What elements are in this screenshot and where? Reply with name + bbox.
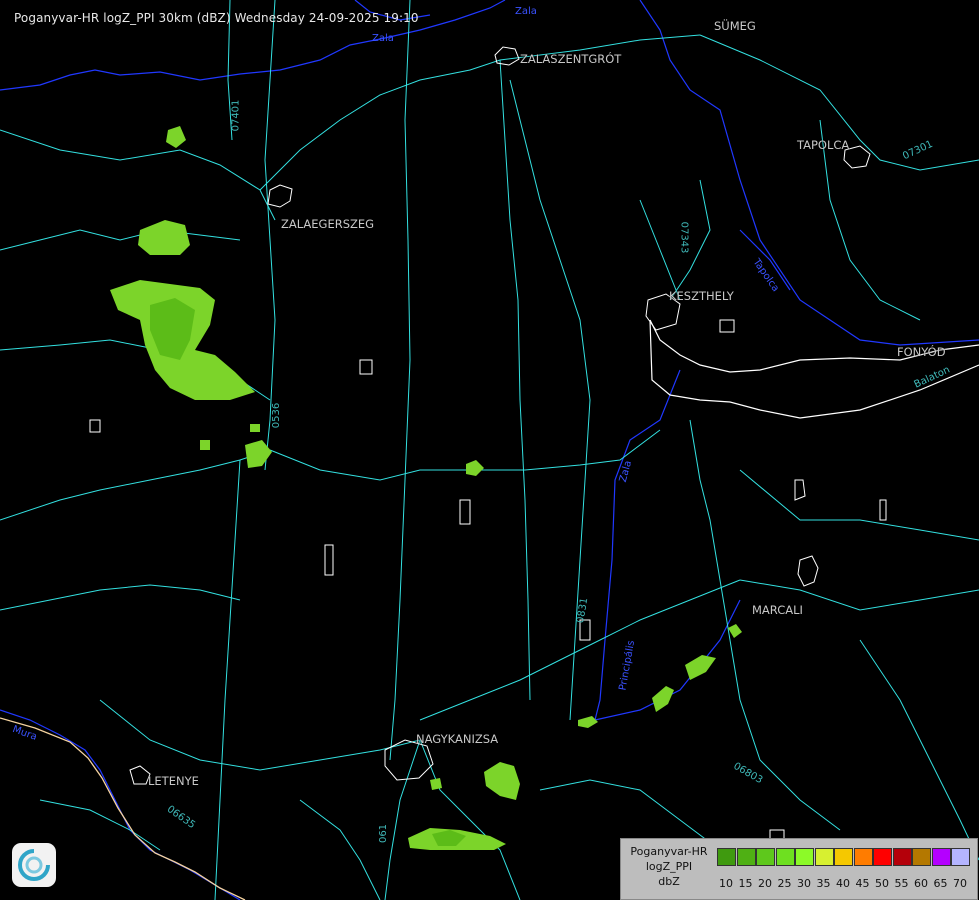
legend-swatch [834, 848, 853, 866]
echo-cell [728, 624, 742, 638]
legend-swatch [931, 848, 951, 866]
legend-swatch [756, 848, 775, 866]
city-label: LETENYE [148, 774, 199, 788]
roads [0, 0, 979, 900]
echo-cell [138, 220, 190, 255]
legend-tick-label: 70 [953, 877, 967, 890]
radar-logo-icon [12, 843, 56, 887]
legend-title: Poganyvar-HR logZ_PPI dbZ [623, 844, 715, 889]
balaton-outlet [594, 369, 681, 721]
legend-source: Poganyvar-HR [630, 845, 708, 858]
road-label: 0536 [271, 402, 283, 429]
legend-product: logZ_PPI [645, 860, 693, 873]
legend-swatch [736, 848, 756, 866]
settlements [89, 46, 887, 897]
legend-swatch [717, 848, 736, 866]
dbz-legend: Poganyvar-HR logZ_PPI dbZ 10 15 20 25 30 35 40… [620, 838, 978, 900]
city-label: SÜMEG [714, 19, 756, 33]
echo-cell [166, 126, 186, 148]
echo-cell [200, 440, 210, 450]
city-label: MARCALI [752, 603, 803, 617]
radar-map[interactable] [0, 0, 979, 900]
echo-cell [484, 762, 520, 800]
river-label: Zala [515, 6, 537, 17]
legend-swatch [873, 848, 892, 866]
legend-swatch [775, 848, 795, 866]
road-label: 07343 [678, 221, 690, 254]
legend-unit: dbZ [658, 875, 680, 888]
echo-cell [250, 424, 260, 432]
road-label: 07401 [230, 99, 242, 132]
city-label: KESZTHELY [669, 289, 734, 303]
city-label: ZALASZENTGRÓT [520, 52, 622, 66]
rivers [0, 0, 979, 900]
city-label: TAPOLCA [797, 138, 850, 152]
legend-swatch [892, 848, 912, 866]
city-label: FONYÓD [897, 345, 946, 359]
echo-cell [652, 686, 674, 712]
legend-swatch [912, 848, 931, 866]
city-label: NAGYKANIZSA [416, 732, 499, 746]
road-label: 061 [378, 823, 390, 844]
legend-swatch [795, 848, 814, 866]
legend-swatch [951, 848, 970, 866]
echo-cell [430, 778, 442, 790]
balaton-shore [649, 319, 979, 419]
legend-swatch [853, 848, 873, 866]
legend-swatch [814, 848, 834, 866]
echo-cell [685, 655, 716, 680]
city-label: ZALAEGERSZEG [281, 217, 375, 231]
river-label: Zala [372, 33, 394, 44]
map-title: Poganyvar-HR logZ_PPI 30km (dBZ) Wednesd… [14, 11, 419, 25]
echo-cell [466, 460, 484, 476]
